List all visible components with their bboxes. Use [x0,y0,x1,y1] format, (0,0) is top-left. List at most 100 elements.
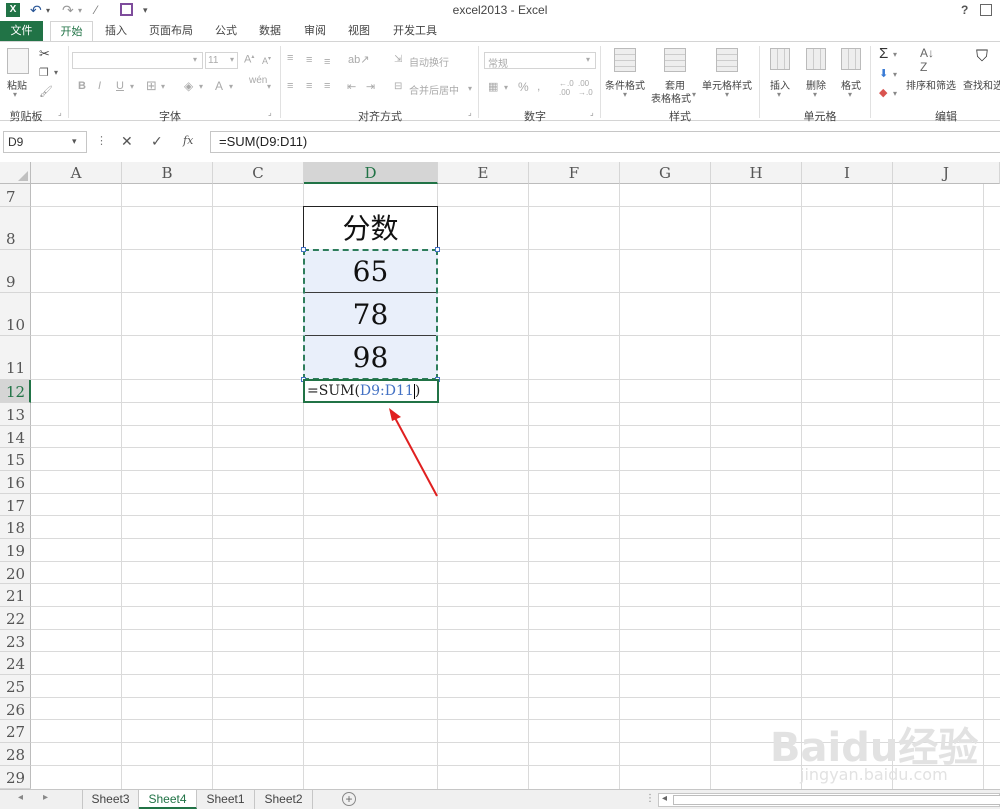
tab-splitter-icon[interactable]: ⋮ [645,793,655,804]
cell-styles-icon[interactable] [716,48,738,72]
align-bottom-icon[interactable]: ≡ [324,56,330,68]
underline-dropdown-icon[interactable]: ▾ [130,82,134,91]
row-header-7[interactable]: 7 [0,184,31,207]
tab-home[interactable]: 开始 [50,21,93,42]
row-header-25[interactable]: 25 [0,675,31,698]
insert-function-icon[interactable]: fx [183,134,193,147]
insert-cells-icon[interactable] [770,48,790,70]
row-header-13[interactable]: 13 [0,403,31,426]
borders-icon[interactable]: ⊞ [146,78,157,94]
row-header-15[interactable]: 15 [0,448,31,471]
row-header-14[interactable]: 14 [0,426,31,448]
row-header-27[interactable]: 27 [0,720,31,743]
delete-cells-icon[interactable] [806,48,826,70]
number-format-select[interactable]: 常规 ▾ [484,52,596,70]
merge-center-button[interactable]: 合并后居中 [409,82,459,97]
find-select-icon[interactable]: ⛉ [976,48,988,66]
row-header-16[interactable]: 16 [0,471,31,494]
italic-button[interactable]: I [98,80,101,92]
column-header-j[interactable]: J [893,162,1000,184]
row-header-26[interactable]: 26 [0,698,31,720]
new-sheet-icon[interactable]: + [342,792,356,806]
clear-dropdown-icon[interactable]: ▾ [893,89,897,98]
format-cells-dropdown-icon[interactable]: ▾ [848,90,852,99]
percent-button[interactable]: % [518,80,529,94]
scroll-sheets-left-icon[interactable]: ◂ [18,792,23,803]
find-select-button[interactable]: 查找和选 [963,77,1000,92]
cell-d12-editing[interactable]: =SUM(D9:D11) [303,379,439,403]
column-header-d[interactable]: D [304,162,438,184]
row-header-9[interactable]: 9 [0,250,31,293]
font-name-select[interactable] [72,52,203,69]
align-center-icon[interactable]: ≡ [306,80,312,92]
paste-dropdown-icon[interactable]: ▾ [13,90,17,99]
name-box-dropdown-icon[interactable]: ▾ [72,136,77,147]
column-header-a[interactable]: A [31,162,122,184]
font-size-dropdown-icon[interactable]: ▾ [230,55,234,64]
row-header-19[interactable]: 19 [0,539,31,562]
number-format-dropdown-icon[interactable]: ▾ [586,55,590,64]
row-header-11[interactable]: 11 [0,336,31,380]
fill-color-dropdown-icon[interactable]: ▾ [199,82,203,91]
number-launcher-icon[interactable]: ⌟ [590,108,594,117]
bold-button[interactable]: B [78,80,86,92]
conditional-dropdown-icon[interactable]: ▾ [623,90,627,99]
tab-data[interactable]: 数据 [252,21,288,41]
wrap-text-button[interactable]: 自动换行 [409,54,449,69]
sheet-tab-sheet4[interactable]: Sheet4 [139,790,197,809]
table-format-button-line2[interactable]: 表格格式 [651,90,691,105]
merge-center-icon[interactable]: ⊟ [394,81,402,92]
row-header-28[interactable]: 28 [0,743,31,766]
scroll-left-arrow-icon[interactable]: ◂ [662,793,667,804]
range-handle-top-right[interactable] [435,247,440,252]
sheet-tab-sheet2[interactable]: Sheet2 [255,790,313,809]
format-painter-icon[interactable]: 🖌 [39,85,53,98]
format-cells-icon[interactable] [841,48,861,70]
tab-insert[interactable]: 插入 [98,21,134,41]
cell-d9[interactable]: 65 [303,250,438,293]
column-header-b[interactable]: B [122,162,213,184]
ribbon-display-icon[interactable] [980,4,992,16]
column-header-f[interactable]: F [529,162,620,184]
tab-developer[interactable]: 开发工具 [386,21,444,41]
autosum-icon[interactable]: Σ [879,45,888,62]
copy-icon[interactable]: ❐ [39,66,49,79]
underline-button[interactable]: U [116,80,124,92]
tab-view[interactable]: 视图 [341,21,377,41]
copy-dropdown-icon[interactable]: ▾ [54,68,58,77]
sort-filter-icon[interactable]: A↓ Z [920,46,934,74]
cancel-entry-icon[interactable]: ✕ [121,133,133,150]
sort-filter-button[interactable]: 排序和筛选 [906,77,956,92]
row-header-17[interactable]: 17 [0,494,31,516]
column-header-c[interactable]: C [213,162,304,184]
formula-input[interactable]: =SUM(D9:D11) [210,131,1000,153]
cell-d11[interactable]: 98 [303,336,438,380]
font-color-dropdown-icon[interactable]: ▾ [229,82,233,91]
decrease-indent-icon[interactable]: ⇤ [347,80,356,93]
decrease-font-icon[interactable]: A▾ [262,55,271,66]
tab-review[interactable]: 审阅 [297,21,333,41]
row-header-10[interactable]: 10 [0,293,31,336]
scrollbar-thumb[interactable] [673,795,1000,805]
alignment-launcher-icon[interactable]: ⌟ [468,108,472,117]
wrap-text-icon[interactable]: ⇲ [394,54,402,65]
font-name-dropdown-icon[interactable]: ▾ [193,55,197,64]
tab-formulas[interactable]: 公式 [208,21,244,41]
align-top-icon[interactable]: ≡ [287,52,293,64]
phonetic-icon[interactable]: wén [249,75,267,86]
borders-dropdown-icon[interactable]: ▾ [161,82,165,91]
tab-page-layout[interactable]: 页面布局 [143,21,199,41]
delete-cells-dropdown-icon[interactable]: ▾ [813,90,817,99]
row-header-24[interactable]: 24 [0,652,31,675]
conditional-format-icon[interactable] [614,48,636,72]
comma-style-icon[interactable]: , [537,79,540,93]
cell-styles-dropdown-icon[interactable]: ▾ [725,90,729,99]
align-left-icon[interactable]: ≡ [287,80,293,92]
cell-d8[interactable]: 分数 [303,206,438,250]
row-header-22[interactable]: 22 [0,607,31,630]
cut-icon[interactable]: ✂ [39,46,50,62]
table-format-dropdown-icon[interactable]: ▾ [692,90,696,99]
clipboard-launcher-icon[interactable]: ⌟ [58,108,62,117]
orientation-icon[interactable]: ab↗ [348,53,369,66]
row-header-20[interactable]: 20 [0,562,31,584]
